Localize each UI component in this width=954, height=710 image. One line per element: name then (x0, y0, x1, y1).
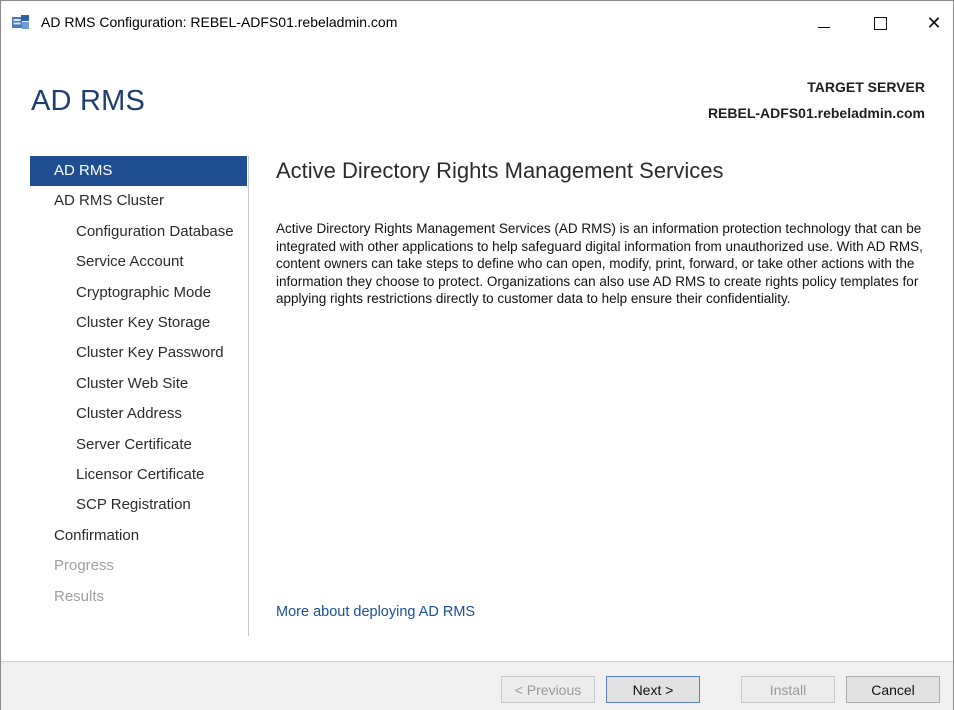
title-bar[interactable]: AD RMS Configuration: REBEL-ADFS01.rebel… (1, 1, 953, 41)
nav-item-results: Results (54, 587, 105, 605)
target-server-value: REBEL-ADFS01.rebeladmin.com (707, 105, 925, 121)
nav-item-scp-registration[interactable]: SCP Registration (30, 490, 247, 520)
nav-item-progress: Progress (54, 557, 115, 575)
maximize-button[interactable] (857, 7, 903, 39)
more-about-link[interactable]: More about deploying AD RMS (276, 604, 475, 620)
close-icon: ✕ (926, 12, 942, 33)
content-description: Active Directory Rights Management Servi… (276, 221, 923, 307)
nav-item-ad-rms-cluster[interactable]: AD RMS Cluster (30, 186, 247, 216)
wizard-nav: AD RMS AD RMS Cluster Configuration Databa… (30, 156, 249, 636)
window-title: AD RMS Configuration: REBEL-ADFS01.rebel… (41, 14, 398, 30)
nav-item-service-account[interactable]: Service Account (30, 247, 247, 277)
previous-button[interactable]: < Previous (501, 676, 595, 703)
page-title: AD RMS (31, 85, 145, 117)
server-role-icon (12, 15, 29, 29)
nav-item-cluster-web-site[interactable]: Cluster Web Site (30, 369, 247, 399)
maximize-icon (873, 16, 887, 30)
nav-item-cluster-address[interactable]: Cluster Address (30, 399, 247, 429)
nav-item-confirmation[interactable]: Confirmation (30, 521, 247, 551)
content-heading: Active Directory Rights Management Servi… (276, 158, 724, 183)
config-wizard-window: AD RMS Configuration: REBEL-ADFS01.rebel… (0, 0, 954, 710)
nav-item-cluster-key-storage[interactable]: Cluster Key Storage (30, 308, 247, 338)
wizard-footer: < Previous Next > Install Cancel (1, 661, 953, 710)
target-server-label: TARGET SERVER (807, 79, 925, 95)
nav-item-cluster-key-password[interactable]: Cluster Key Password (30, 338, 247, 368)
nav-item-cryptographic-mode[interactable]: Cryptographic Mode (30, 278, 247, 308)
nav-item-licensor-certificate[interactable]: Licensor Certificate (30, 460, 247, 490)
close-button[interactable]: ✕ (911, 7, 954, 39)
nav-item-configuration-database[interactable]: Configuration Database (30, 217, 247, 247)
minimize-icon (818, 26, 830, 28)
nav-item-ad-rms[interactable]: AD RMS (30, 156, 247, 186)
minimize-button[interactable] (801, 7, 847, 39)
install-button[interactable]: Install (741, 676, 835, 703)
next-button[interactable]: Next > (606, 676, 700, 703)
nav-item-server-certificate[interactable]: Server Certificate (30, 430, 247, 460)
cancel-button[interactable]: Cancel (846, 676, 940, 703)
